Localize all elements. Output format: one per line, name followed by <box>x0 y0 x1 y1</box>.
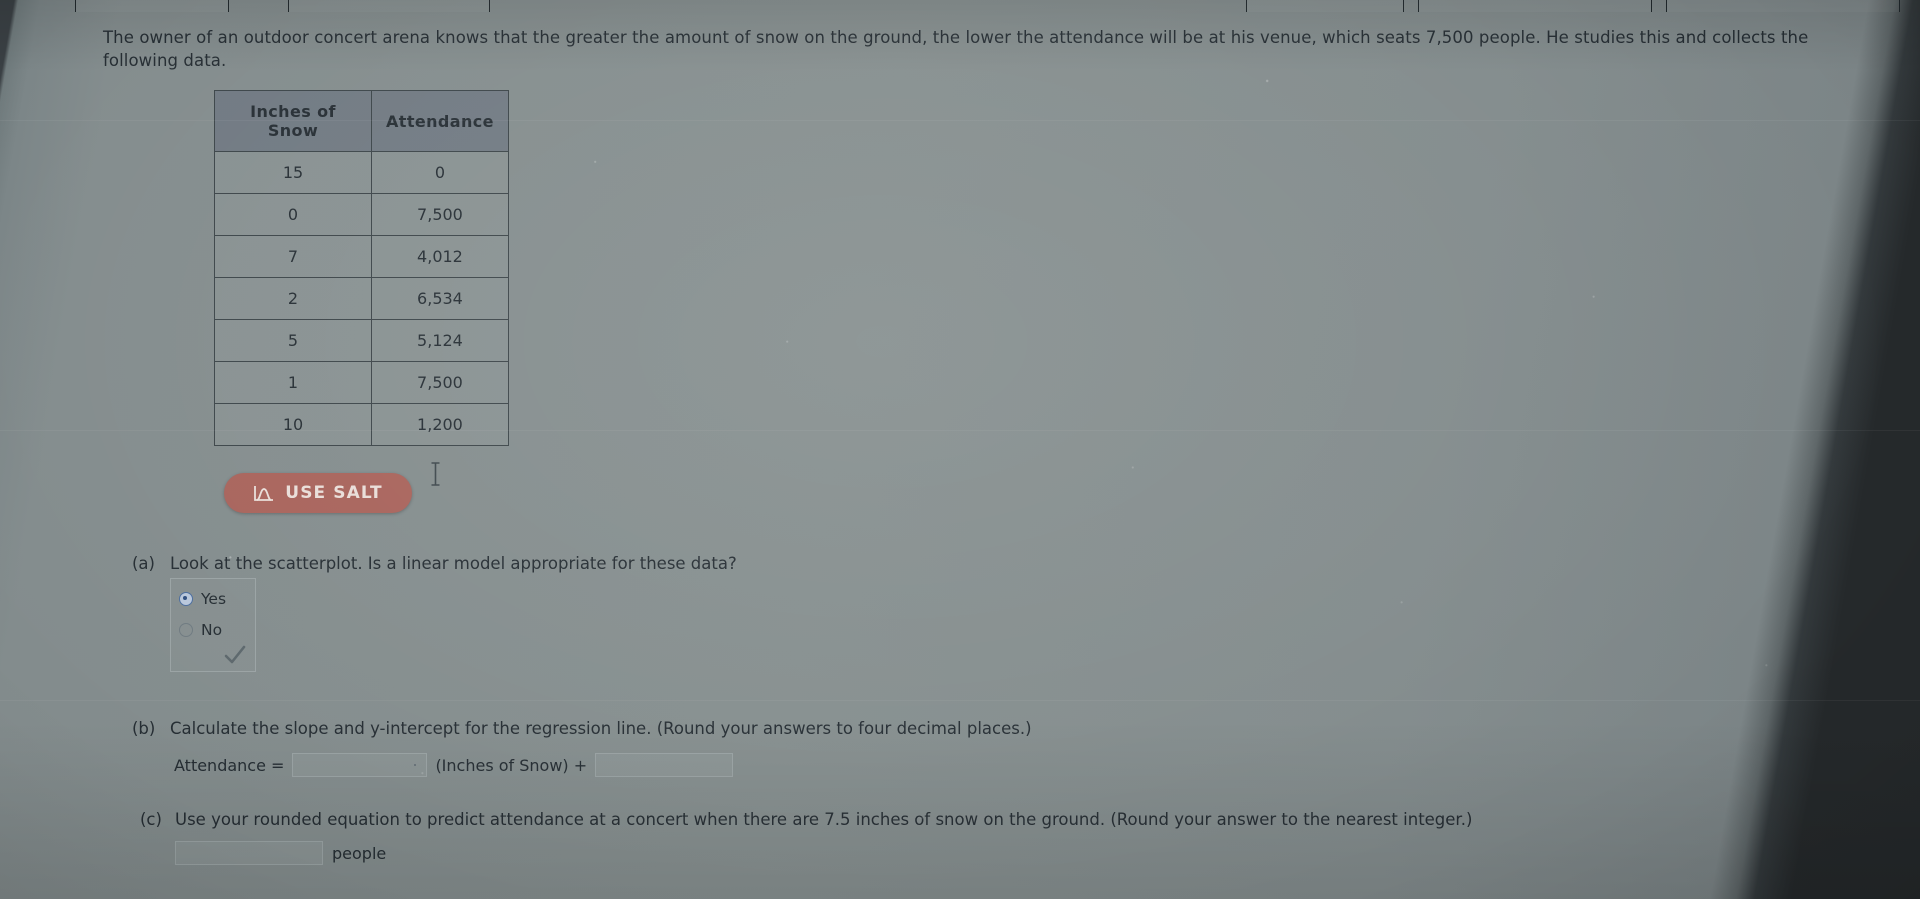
cell-attendance: 4,012 <box>371 235 509 278</box>
inches-of-snow-plus-label: (Inches of Snow) + <box>435 755 588 775</box>
text-cursor-icon <box>431 462 440 486</box>
normal-curve-icon <box>253 484 275 503</box>
radio-yes-label: Yes <box>201 590 227 608</box>
cell-inches-of-snow: 15 <box>214 151 372 194</box>
cell-inches-of-snow: 0 <box>214 193 372 236</box>
cell-attendance: 6,534 <box>371 277 509 320</box>
cell-inches-of-snow: 1 <box>214 361 372 404</box>
data-table: Inches of Snow Attendance 15 0 0 7,500 7 4,01… <box>214 90 509 446</box>
table-row: 10 1,200 <box>214 403 509 446</box>
part-b-equation-row: Attendance = (Inches of Snow) + <box>174 753 734 777</box>
problem-statement: The owner of an outdoor concert arena kn… <box>103 28 1809 70</box>
cell-inches-of-snow: 5 <box>214 319 372 362</box>
cell-attendance: 0 <box>371 151 509 194</box>
radio-no-label: No <box>201 621 223 639</box>
part-a-marker: (a) <box>132 554 155 573</box>
cell-attendance: 1,200 <box>371 403 509 446</box>
slope-input[interactable] <box>292 753 428 777</box>
table-row: 5 5,124 <box>214 319 509 362</box>
question-page: The owner of an outdoor concert arena kn… <box>0 0 1920 899</box>
cell-inches-of-snow: 10 <box>214 403 372 446</box>
part-c-answer-row: people <box>175 841 386 865</box>
use-salt-button[interactable]: USE SALT <box>224 473 412 513</box>
radio-option-yes[interactable]: Yes <box>179 590 226 608</box>
intercept-input[interactable] <box>595 753 734 777</box>
predicted-attendance-input[interactable] <box>175 841 323 865</box>
part-a-radio-group: Yes No <box>170 578 256 672</box>
attendance-equals-label: Attendance = <box>174 755 285 775</box>
checkmark-icon <box>224 645 246 664</box>
table-header-row: Inches of Snow Attendance <box>214 90 509 152</box>
table-row: 0 7,500 <box>214 193 509 236</box>
part-c-question: Use your rounded equation to predict att… <box>175 810 1473 829</box>
column-header-inches-of-snow: Inches of Snow <box>214 90 372 152</box>
part-b-question: Calculate the slope and y-intercept for … <box>170 719 1032 738</box>
cell-inches-of-snow: 7 <box>214 235 372 278</box>
table-body: 15 0 0 7,500 7 4,012 2 6,534 5 5,124 1 7,500 10 1,200 <box>214 151 509 446</box>
cell-inches-of-snow: 2 <box>214 277 372 320</box>
part-a-question: Look at the scatterplot. Is a linear mod… <box>170 554 737 573</box>
table-row: 15 0 <box>214 151 509 194</box>
table-row: 2 6,534 <box>214 277 509 320</box>
use-salt-label: USE SALT <box>285 483 383 503</box>
screen-photo: The owner of an outdoor concert arena kn… <box>0 0 1920 899</box>
cell-attendance: 5,124 <box>371 319 509 362</box>
radio-yes-indicator[interactable] <box>179 592 193 606</box>
radio-option-no[interactable]: No <box>179 621 222 639</box>
cell-attendance: 7,500 <box>371 193 509 236</box>
cell-attendance: 7,500 <box>371 361 509 404</box>
table-row: 1 7,500 <box>214 361 509 404</box>
radio-no-indicator[interactable] <box>179 623 193 637</box>
column-header-attendance: Attendance <box>371 90 509 152</box>
people-unit-label: people <box>332 843 387 863</box>
part-c-marker: (c) <box>140 810 162 829</box>
table-row: 7 4,012 <box>214 235 509 278</box>
part-b-marker: (b) <box>132 719 156 738</box>
